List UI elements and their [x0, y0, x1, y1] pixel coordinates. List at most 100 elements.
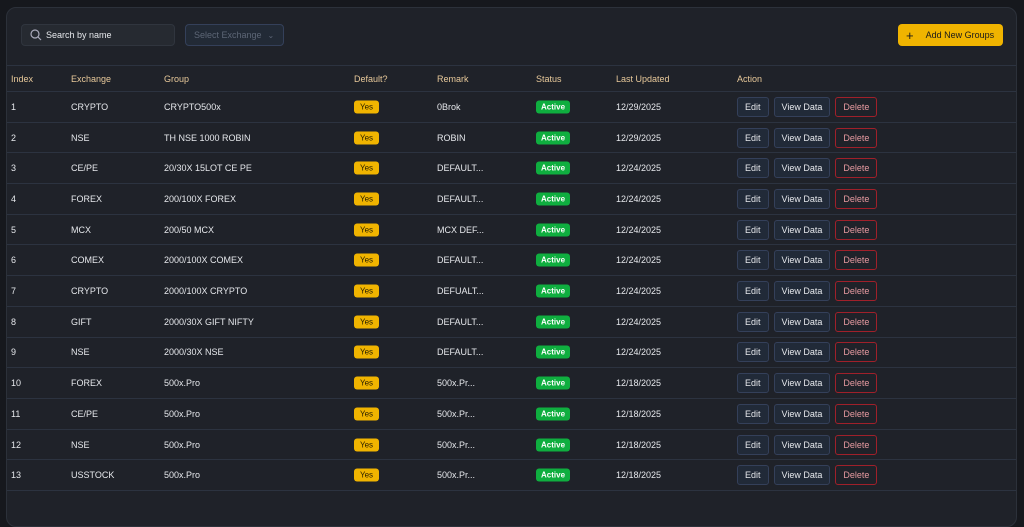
- edit-button[interactable]: Edit: [737, 281, 769, 302]
- default-badge: Yes: [354, 407, 380, 421]
- search-icon: [30, 29, 42, 41]
- table-row: 5 MCX 200/50 MCX Yes MCX DEF... Active 12/24/2…: [7, 215, 1016, 246]
- default-badge: Yes: [354, 161, 380, 175]
- cell-group: 2000/100X COMEX: [164, 255, 244, 266]
- default-badge: Yes: [354, 438, 380, 452]
- cell-index: 1: [11, 101, 17, 112]
- delete-button[interactable]: Delete: [835, 403, 878, 424]
- col-status: Status: [536, 73, 562, 84]
- delete-button[interactable]: Delete: [835, 127, 878, 148]
- search-input[interactable]: Search by name: [21, 24, 175, 46]
- edit-button[interactable]: Edit: [737, 250, 769, 271]
- exchange-select[interactable]: Select Exchange ⌄: [185, 24, 284, 46]
- table-row: 9 NSE 2000/30X NSE Yes DEFAULT... Active 12/24…: [7, 338, 1016, 369]
- row-actions: Edit View Data Delete: [737, 465, 878, 486]
- view-data-button[interactable]: View Data: [773, 96, 831, 117]
- cell-index: 4: [11, 193, 17, 204]
- default-badge: Yes: [354, 192, 380, 206]
- table-row: 4 FOREX 200/100X FOREX Yes DEFAULT... Active 1…: [7, 184, 1016, 215]
- view-data-button[interactable]: View Data: [773, 250, 831, 271]
- cell-group: 2000/100X CRYPTO: [164, 286, 248, 297]
- view-data-button[interactable]: View Data: [773, 158, 831, 179]
- delete-button[interactable]: Delete: [835, 96, 878, 117]
- cell-exchange: COMEX: [71, 255, 105, 266]
- view-data-button[interactable]: View Data: [773, 434, 831, 455]
- cell-remark: 500x.Pr...: [437, 439, 476, 450]
- delete-button[interactable]: Delete: [835, 281, 878, 302]
- edit-button[interactable]: Edit: [737, 127, 769, 148]
- cell-remark: 0Brok: [437, 101, 461, 112]
- plus-icon: +: [906, 27, 914, 43]
- status-badge: Active: [536, 161, 571, 175]
- row-actions: Edit View Data Delete: [737, 281, 878, 302]
- delete-button[interactable]: Delete: [835, 465, 878, 486]
- view-data-button[interactable]: View Data: [773, 311, 831, 332]
- edit-button[interactable]: Edit: [737, 373, 769, 394]
- cell-exchange: GIFT: [71, 316, 92, 327]
- delete-button[interactable]: Delete: [835, 188, 878, 209]
- table-header: Index Exchange Group Default? Remark Sta…: [7, 66, 1016, 92]
- col-group: Group: [164, 73, 190, 84]
- cell-last-updated: 12/18/2025: [616, 439, 662, 450]
- edit-button[interactable]: Edit: [737, 219, 769, 240]
- table-row: 3 CE/PE 20/30X 15LOT CE PE Yes DEFAULT... Act…: [7, 153, 1016, 185]
- cell-group: TH NSE 1000 ROBIN: [164, 132, 251, 143]
- edit-button[interactable]: Edit: [737, 158, 769, 179]
- row-actions: Edit View Data Delete: [737, 311, 878, 332]
- status-badge: Active: [536, 345, 571, 359]
- view-data-button[interactable]: View Data: [773, 403, 831, 424]
- view-data-button[interactable]: View Data: [773, 465, 831, 486]
- delete-button[interactable]: Delete: [835, 342, 878, 363]
- edit-button[interactable]: Edit: [737, 434, 769, 455]
- table-row: 7 CRYPTO 2000/100X CRYPTO Yes DEFUALT... Acti…: [7, 276, 1016, 307]
- delete-button[interactable]: Delete: [835, 250, 878, 271]
- cell-last-updated: 12/24/2025: [616, 316, 662, 327]
- edit-button[interactable]: Edit: [737, 342, 769, 363]
- edit-button[interactable]: Edit: [737, 311, 769, 332]
- row-actions: Edit View Data Delete: [737, 342, 878, 363]
- table-row: 2 NSE TH NSE 1000 ROBIN Yes ROBIN Active 12/29…: [7, 123, 1016, 154]
- status-badge: Active: [536, 253, 571, 267]
- cell-remark: DEFAULT...: [437, 255, 484, 266]
- row-actions: Edit View Data Delete: [737, 96, 878, 117]
- cell-group: 2000/30X NSE: [164, 347, 224, 358]
- cell-last-updated: 12/18/2025: [616, 408, 662, 419]
- view-data-button[interactable]: View Data: [773, 219, 831, 240]
- col-last-updated: Last Updated: [616, 73, 670, 84]
- col-remark: Remark: [437, 73, 469, 84]
- cell-group: 20/30X 15LOT CE PE: [164, 163, 252, 174]
- view-data-button[interactable]: View Data: [773, 127, 831, 148]
- edit-button[interactable]: Edit: [737, 465, 769, 486]
- delete-button[interactable]: Delete: [835, 311, 878, 332]
- cell-index: 13: [11, 470, 22, 481]
- edit-button[interactable]: Edit: [737, 403, 769, 424]
- delete-button[interactable]: Delete: [835, 158, 878, 179]
- view-data-button[interactable]: View Data: [773, 188, 831, 209]
- delete-button[interactable]: Delete: [835, 373, 878, 394]
- status-badge: Active: [536, 223, 571, 237]
- default-badge: Yes: [354, 223, 380, 237]
- edit-button[interactable]: Edit: [737, 96, 769, 117]
- default-badge: Yes: [354, 345, 380, 359]
- delete-button[interactable]: Delete: [835, 219, 878, 240]
- cell-remark: 500x.Pr...: [437, 408, 476, 419]
- cell-exchange: CE/PE: [71, 163, 99, 174]
- col-exchange: Exchange: [71, 73, 112, 84]
- delete-button[interactable]: Delete: [835, 434, 878, 455]
- edit-button[interactable]: Edit: [737, 188, 769, 209]
- add-new-groups-button[interactable]: + Add New Groups: [898, 24, 1003, 46]
- col-default: Default?: [354, 73, 388, 84]
- cell-remark: DEFAULT...: [437, 316, 484, 327]
- cell-exchange: CE/PE: [71, 408, 99, 419]
- view-data-button[interactable]: View Data: [773, 373, 831, 394]
- cell-index: 8: [11, 316, 17, 327]
- view-data-button[interactable]: View Data: [773, 281, 831, 302]
- cell-last-updated: 12/24/2025: [616, 193, 662, 204]
- status-badge: Active: [536, 284, 571, 298]
- cell-index: 5: [11, 224, 17, 235]
- cell-remark: DEFAULT...: [437, 193, 484, 204]
- status-badge: Active: [536, 315, 571, 329]
- cell-index: 7: [11, 286, 17, 297]
- cell-index: 6: [11, 255, 17, 266]
- view-data-button[interactable]: View Data: [773, 342, 831, 363]
